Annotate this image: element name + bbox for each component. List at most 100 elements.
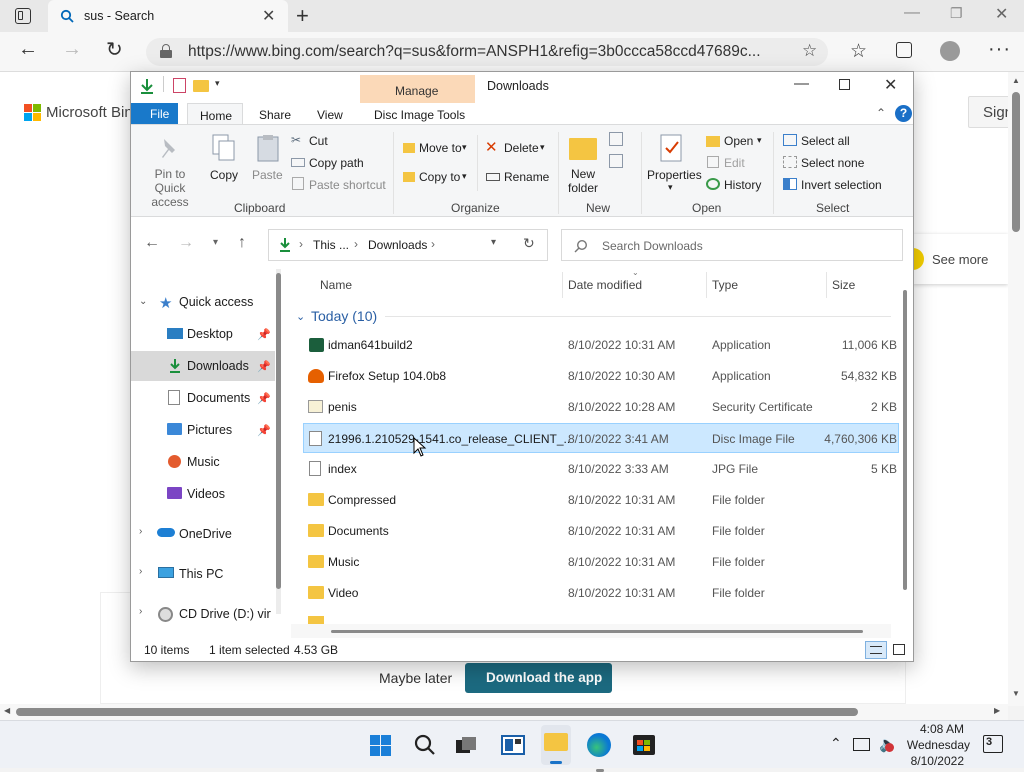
forward-icon[interactable]: → [62,38,82,61]
notification-center-icon[interactable]: 3 [983,735,1003,753]
file-row[interactable]: idman641build2 8/10/2022 10:31 AM Applic… [303,330,899,360]
search-icon[interactable] [414,734,436,756]
tab-actions-icon[interactable] [15,8,31,24]
paste-shortcut-button[interactable]: Paste shortcut [309,178,386,192]
column-name[interactable]: Name [320,278,352,292]
file-row[interactable]: Compressed 8/10/2022 10:31 AM File folde… [303,485,899,515]
profile-avatar[interactable] [940,41,960,61]
easy-access-icon[interactable] [609,154,623,168]
select-none-button[interactable]: Select none [801,156,864,170]
clock-date[interactable]: 8/10/2022 [904,754,964,768]
add-favorite-icon[interactable]: ☆ [802,41,817,61]
favorites-icon[interactable]: ☆ [850,40,867,63]
expand-this-pc-icon[interactable]: › [139,566,142,577]
details-view-icon[interactable] [865,641,887,659]
close-window-icon[interactable]: ✕ [995,4,1008,24]
scroll-thumb[interactable] [1012,92,1020,232]
close-tab-icon[interactable]: ✕ [262,6,275,26]
explorer-back-icon[interactable]: ← [144,234,160,252]
minimize-icon[interactable]: — [904,4,920,22]
new-item-icon[interactable] [609,132,623,146]
file-row[interactable]: penis 8/10/2022 10:28 AM Security Certif… [303,392,899,422]
nav-scrollbar[interactable] [276,269,281,614]
column-date-modified[interactable]: Date modified [568,278,642,292]
network-icon[interactable] [853,738,870,751]
collections-icon[interactable] [896,42,912,58]
paste-button[interactable]: Paste [252,168,283,182]
file-row[interactable]: Video 8/10/2022 10:31 AM File folder [303,578,899,608]
address-bar[interactable]: https://www.bing.com/search?q=sus&form=A… [146,38,828,66]
new-folder-button[interactable]: New folder [568,167,598,195]
help-icon[interactable]: ? [895,105,912,122]
explorer-refresh-icon[interactable]: ↻ [523,235,535,252]
column-size[interactable]: Size [832,278,855,292]
list-vertical-scrollbar[interactable] [903,280,908,620]
edit-button[interactable]: Edit [724,156,745,170]
expand-quick-access-icon[interactable]: ⌄ [139,296,147,307]
invert-selection-button[interactable]: Invert selection [801,178,882,192]
tab-view[interactable]: View [317,108,343,122]
task-view-icon[interactable] [456,737,476,753]
expand-cd-drive-icon[interactable]: › [139,606,142,617]
maybe-later-link[interactable]: Maybe later [379,670,452,686]
back-icon[interactable]: ← [18,38,38,61]
file-row[interactable]: Firefox Setup 104.0b8 8/10/2022 10:30 AM… [303,361,899,391]
address-history-icon[interactable]: ▾ [491,237,496,248]
explorer-close-icon[interactable]: ✕ [884,75,897,95]
tab-share[interactable]: Share [259,108,291,122]
file-row[interactable]: index 8/10/2022 3:33 AM JPG File 5 KB [303,454,899,484]
taskbar-store[interactable] [633,735,655,755]
copy-to-button[interactable]: Copy to [419,170,460,184]
file-row[interactable]: Documents 8/10/2022 10:31 AM File folder [303,516,899,546]
explorer-forward-icon[interactable]: → [178,234,194,252]
restore-icon[interactable]: ❐ [950,5,963,22]
hscroll-thumb[interactable] [16,708,858,716]
see-more-card[interactable]: See more [906,234,1008,284]
cut-button[interactable]: Cut [309,134,328,148]
explorer-maximize-icon[interactable] [839,79,850,90]
properties-button[interactable]: Properties [647,168,702,182]
download-app-button[interactable]: Download the app [465,663,612,693]
more-menu-icon[interactable]: ··· [988,38,1011,61]
new-folder-qat-icon[interactable] [193,80,209,92]
open-button[interactable]: Open [724,134,753,148]
large-icons-view-icon[interactable] [893,644,905,655]
tab-disc-image-tools[interactable]: Disc Image Tools [374,108,465,122]
new-tab-icon[interactable]: + [296,3,309,29]
explorer-address-bar[interactable]: › This ... › Downloads › ▾ ↻ [268,229,548,261]
delete-button[interactable]: Delete [504,141,539,155]
taskbar-edge[interactable] [587,733,611,772]
breadcrumb-downloads[interactable]: Downloads [368,238,427,252]
copy-button[interactable]: Copy [210,168,238,182]
refresh-icon[interactable]: ↻ [106,37,123,62]
collapse-ribbon-icon[interactable]: ⌃ [876,106,886,120]
copy-path-button[interactable]: Copy path [309,156,364,170]
move-to-button[interactable]: Move to [419,141,462,155]
clock-time[interactable]: 4:08 AM [912,722,972,736]
file-row-partial[interactable] [303,612,899,624]
collapse-group-icon[interactable]: ⌄ [296,310,305,323]
explorer-minimize-icon[interactable]: — [794,75,809,92]
recent-locations-icon[interactable]: ▾ [213,237,218,248]
column-type[interactable]: Type [712,278,738,292]
list-horizontal-scrollbar[interactable] [291,624,891,638]
group-today-label[interactable]: Today (10) [311,308,377,324]
file-row-selected[interactable]: 21996.1.210529-1541.co_release_CLIENT_..… [303,423,899,453]
file-row[interactable]: Music 8/10/2022 10:31 AM File folder [303,547,899,577]
widgets-icon[interactable] [501,735,525,755]
clock-day[interactable]: Wednesday [900,738,970,752]
nav-cd-drive[interactable]: CD Drive (D:) virti [179,599,271,629]
select-all-button[interactable]: Select all [801,134,850,148]
show-hidden-icons[interactable]: ⌃ [830,735,842,752]
rename-button[interactable]: Rename [504,170,549,184]
pin-quick-access-button[interactable]: Pin to Quick access [139,167,201,209]
up-folder-icon[interactable]: ↑ [238,234,246,252]
download-arrow-icon[interactable] [139,78,155,94]
page-vertical-scrollbar[interactable]: ▲ ▼ [1008,72,1024,706]
properties-qat-icon[interactable] [173,78,186,93]
lock-icon[interactable] [160,44,172,58]
qat-dropdown-icon[interactable]: ▾ [215,78,220,89]
start-icon[interactable] [370,735,391,756]
expand-onedrive-icon[interactable]: › [139,526,142,537]
tab-home[interactable]: Home [187,103,243,125]
